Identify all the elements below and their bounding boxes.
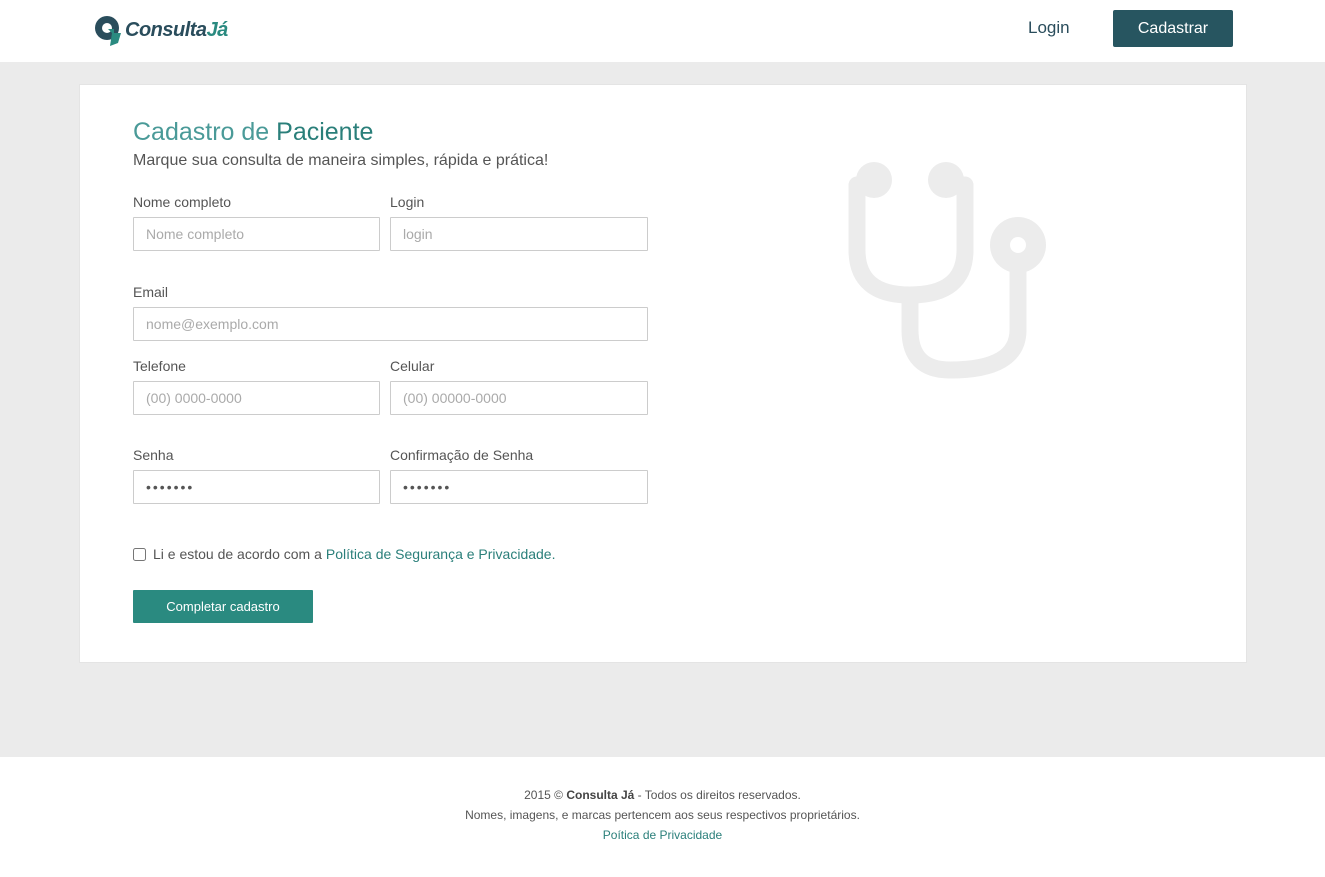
registration-card: [79, 84, 1247, 663]
senha-input[interactable]: [133, 470, 380, 504]
footer-copyright: 2015 © Consulta Já - Todos os direitos r…: [524, 788, 801, 802]
consultaja-logo-icon: [95, 16, 121, 46]
confirmacao-label: Confirmação de Senha: [390, 447, 534, 463]
login-input[interactable]: [390, 217, 648, 251]
stethoscope-icon: [848, 162, 1046, 379]
agree-checkbox[interactable]: [133, 547, 146, 561]
brand-logo[interactable]: ConsultaJá: [94, 13, 228, 47]
nav-register-button[interactable]: Cadastrar: [1113, 10, 1233, 47]
page-subtitle: Marque sua consulta de maneira simples, …: [133, 152, 549, 169]
logo-text: ConsultaJá: [125, 18, 228, 41]
top-navbar: ConsultaJá Login Cadastrar: [0, 0, 1325, 62]
agree-text: Li e estou de acordo com a: [153, 546, 322, 562]
nome-input[interactable]: [133, 217, 380, 251]
privacy-policy-link[interactable]: Política de Segurança e Privacidade.: [326, 546, 556, 562]
nome-label: Nome completo: [133, 194, 232, 210]
footer-links: Poítica de Privacidade: [0, 828, 1325, 842]
telefone-input[interactable]: [133, 381, 380, 415]
senha-label: Senha: [133, 447, 174, 463]
page-title: Cadastro de Paciente: [133, 118, 374, 146]
email-input[interactable]: [133, 307, 648, 341]
complete-registration-button[interactable]: Completar cadastro: [133, 590, 313, 623]
celular-input[interactable]: [390, 381, 648, 415]
agreement-row: Li e estou de acordo com a Política de S…: [133, 546, 555, 562]
confirmacao-input[interactable]: [390, 470, 648, 504]
celular-label: Celular: [390, 358, 435, 374]
footer-trademark-note: Nomes, imagens, e marcas pertencem aos s…: [465, 808, 860, 822]
nav-login-link[interactable]: Login: [1028, 18, 1070, 38]
email-label: Email: [133, 284, 169, 300]
footer-privacy-link[interactable]: Poítica de Privacidade: [603, 828, 722, 842]
telefone-label: Telefone: [133, 358, 186, 374]
login-label: Login: [390, 194, 425, 210]
